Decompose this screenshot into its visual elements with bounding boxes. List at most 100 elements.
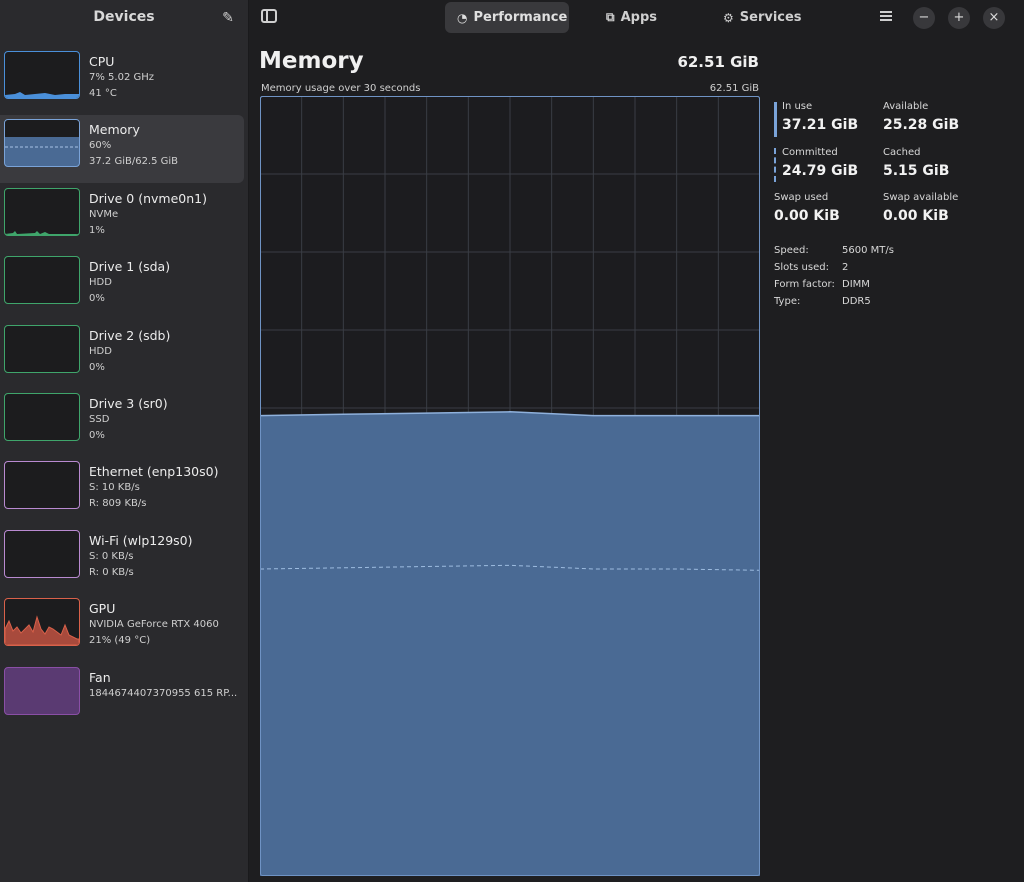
thumbnail-sparkline [5,668,79,714]
device-detail-2: R: 809 KB/s [89,498,147,509]
device-name: Drive 1 (sda) [89,259,171,274]
device-detail-1: SSD [89,414,110,425]
minimize-button[interactable]: − [913,7,935,29]
device-name: Drive 2 (sdb) [89,328,171,343]
thumbnail-sparkline [5,326,79,372]
device-detail-1: 7% 5.02 GHz [89,72,155,83]
close-button[interactable]: × [983,7,1005,29]
device-detail-2: 37.2 GiB/62.5 GiB [89,156,179,167]
sidebar-item-drive-3[interactable]: Drive 3 (sr0) SSD 0% [0,389,244,457]
device-detail-2: 1% [89,225,105,236]
hamburger-menu-icon[interactable] [880,10,892,22]
pencil-icon[interactable]: ✎ [220,10,236,26]
committed-indicator [774,148,776,182]
sidebar-item-ethernet[interactable]: Ethernet (enp130s0) S: 10 KB/s R: 809 KB/s [0,457,244,525]
slots-used-label: Slots used: [774,262,829,273]
device-name: CPU [89,54,115,69]
in-use-area [260,411,760,876]
device-name: Ethernet (enp130s0) [89,464,219,479]
thumbnail-sparkline [5,120,79,148]
device-detail-1: NVIDIA GeForce RTX 4060 [89,619,219,630]
sidebar-item-drive-1[interactable]: Drive 1 (sda) HDD 0% [0,252,244,320]
sidebar-title: Devices [93,9,155,25]
device-graph-thumbnail [4,119,80,167]
cached-value: 5.15 GiB [883,163,950,179]
cached-label: Cached [883,147,921,158]
form-factor-value: DIMM [842,279,870,290]
device-name: Memory [89,122,140,137]
tab-apps[interactable]: ⧉ Apps [594,2,672,33]
available-value: 25.28 GiB [883,117,960,133]
in-use-indicator [774,102,777,137]
tab-services[interactable]: ⚙ Services [711,2,811,33]
total-memory: 62.51 GiB [677,53,759,71]
swap-available-value: 0.00 KiB [883,208,949,224]
sidebar-item-cpu[interactable]: CPU 7% 5.02 GHz 41 °C [0,47,244,115]
device-name: GPU [89,601,116,616]
device-detail-1: HDD [89,346,112,357]
slots-used-value: 2 [842,262,849,273]
sidebar-item-memory[interactable]: Memory 60% 37.2 GiB/62.5 GiB [0,115,244,183]
page-title: Memory [259,48,364,74]
sidebar-item-drive-2[interactable]: Drive 2 (sdb) HDD 0% [0,321,244,389]
device-detail-1: 1844674407370955 615 RP... [89,688,238,699]
graph-caption: Memory usage over 30 seconds [261,83,421,94]
swap-used-value: 0.00 KiB [774,208,840,224]
tab-label: Services [739,10,802,25]
device-detail-1: S: 10 KB/s [89,482,140,493]
device-detail-1: HDD [89,277,112,288]
device-graph-thumbnail [4,393,80,441]
sidebar-toggle-icon[interactable] [261,9,277,23]
device-graph-thumbnail [4,256,80,304]
committed-label: Committed [782,147,838,158]
gauge-icon: ◔ [457,10,468,25]
sidebar-item-wifi[interactable]: Wi-Fi (wlp129s0) S: 0 KB/s R: 0 KB/s [0,526,244,594]
thumbnail-sparkline [5,394,79,440]
device-graph-thumbnail [4,667,80,715]
available-label: Available [883,101,929,112]
thumbnail-sparkline [5,531,79,577]
type-label: Type: [774,296,801,307]
device-detail-2: 0% [89,430,105,441]
device-detail-2: 0% [89,293,105,304]
device-detail-1: 60% [89,140,112,151]
memory-usage-graph [260,96,760,876]
speed-label: Speed: [774,245,809,256]
device-detail-1: NVMe [89,209,119,220]
device-detail-2: 21% (49 °C) [89,635,151,646]
device-graph-thumbnail [4,598,80,646]
device-name: Drive 0 (nvme0n1) [89,191,207,206]
thumbnail-sparkline [5,462,79,508]
thumbnail-sparkline [5,257,79,303]
in-use-value: 37.21 GiB [782,117,859,133]
tab-performance[interactable]: ◔ Performance [445,2,569,33]
maximize-button[interactable]: + [948,7,970,29]
sidebar-item-drive-0[interactable]: Drive 0 (nvme0n1) NVMe 1% [0,184,244,252]
swap-used-label: Swap used [774,192,829,203]
device-name: Wi-Fi (wlp129s0) [89,533,193,548]
committed-value: 24.79 GiB [782,163,859,179]
graph-max-label: 62.51 GiB [709,83,759,94]
thumbnail-sparkline [5,92,79,98]
sidebar-item-fan[interactable]: Fan 1844674407370955 615 RP... [0,663,244,731]
form-factor-label: Form factor: [774,279,835,290]
device-graph-thumbnail [4,530,80,578]
tab-label: Apps [620,10,657,25]
device-graph-thumbnail [4,188,80,236]
device-name: Fan [89,670,111,685]
gears-icon: ⚙ [723,10,734,25]
apps-icon: ⧉ [606,10,615,24]
in-use-label: In use [782,101,813,112]
thumbnail-sparkline [5,231,79,235]
header-bar: ◔ Performance ⧉ Apps ⚙ Services − + × [249,0,1024,36]
device-graph-thumbnail [4,325,80,373]
swap-available-label: Swap available [883,192,959,203]
device-graph-thumbnail [4,51,80,99]
device-detail-1: S: 0 KB/s [89,551,134,562]
sidebar-item-gpu[interactable]: GPU NVIDIA GeForce RTX 4060 21% (49 °C) [0,594,244,662]
devices-sidebar: Devices ✎ CPU 7% 5.02 GHz 41 °C Memory 60% 37… [0,0,249,882]
device-name: Drive 3 (sr0) [89,396,168,411]
device-graph-thumbnail [4,461,80,509]
device-detail-2: R: 0 KB/s [89,567,134,578]
tab-label: Performance [473,10,568,25]
